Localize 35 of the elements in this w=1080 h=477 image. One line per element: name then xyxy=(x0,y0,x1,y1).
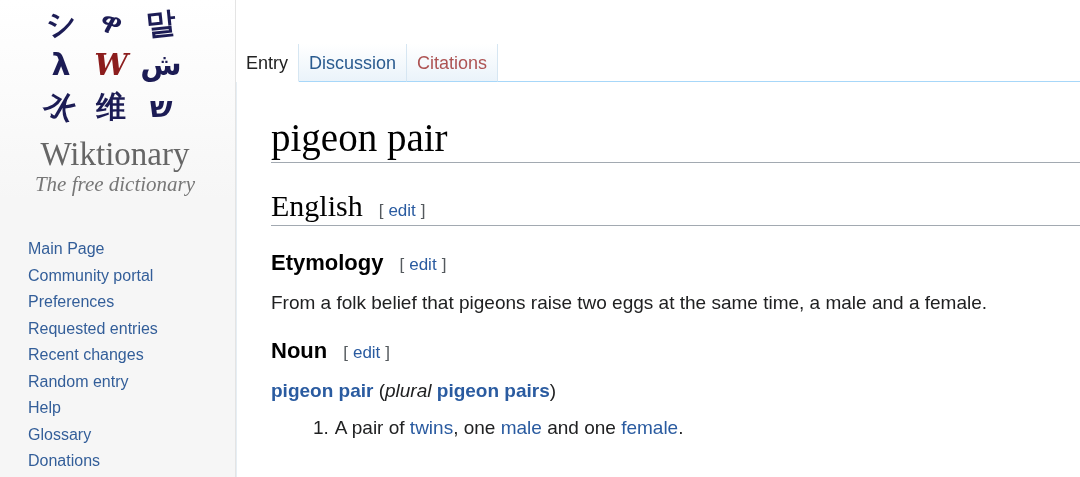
bracket: ] xyxy=(420,201,426,221)
bracket: ] xyxy=(441,255,447,275)
word-link[interactable]: twins xyxy=(409,417,454,438)
sidebar-link[interactable]: Preferences xyxy=(28,289,115,316)
edit-link[interactable]: edit xyxy=(388,201,416,221)
word-link[interactable]: female xyxy=(621,417,679,438)
sidebar-link[interactable]: Random entry xyxy=(28,368,129,395)
bracket: [ xyxy=(378,201,384,221)
headword-line: pigeon pair (plural pigeon pairs) xyxy=(271,380,558,402)
bracket: ] xyxy=(385,343,391,363)
headword-link[interactable]: pigeon pairs xyxy=(436,380,550,401)
edit-link[interactable]: edit xyxy=(409,255,437,275)
sidebar-link[interactable]: Recent changes xyxy=(28,342,144,369)
tab[interactable]: Discussion xyxy=(299,44,408,82)
headword-link[interactable]: pigeon pair xyxy=(271,380,374,401)
section-heading: Noun xyxy=(271,338,328,364)
sidebar-link[interactable]: Help xyxy=(28,395,61,422)
sidebar-link[interactable]: Requested entries xyxy=(28,315,158,342)
section-heading: English xyxy=(271,189,363,223)
site-wordmark[interactable]: Wiktionary xyxy=(40,136,190,172)
list-number: 1. xyxy=(313,417,329,439)
paragraph: From a folk belief that pigeons raise two eggs at the same time, a male and a female. xyxy=(271,292,989,314)
site-tagline: The free dictionary xyxy=(34,172,196,196)
definition: A pair of twins, one male and one female. xyxy=(334,417,684,439)
sidebar-link[interactable]: Donations xyxy=(28,448,101,475)
bracket: [ xyxy=(399,255,405,275)
sidebar-link[interactable]: Community portal xyxy=(28,262,154,289)
section-heading: Etymology xyxy=(271,250,384,276)
sidebar-link[interactable]: Main Page xyxy=(28,236,105,263)
page-title: pigeon pair xyxy=(271,114,1080,163)
tab[interactable]: Citations xyxy=(407,44,499,82)
sidebar-link[interactable]: Glossary xyxy=(28,421,92,448)
word-link[interactable]: male xyxy=(500,417,542,438)
bracket: [ xyxy=(343,343,348,363)
edit-link[interactable]: edit xyxy=(352,343,381,363)
